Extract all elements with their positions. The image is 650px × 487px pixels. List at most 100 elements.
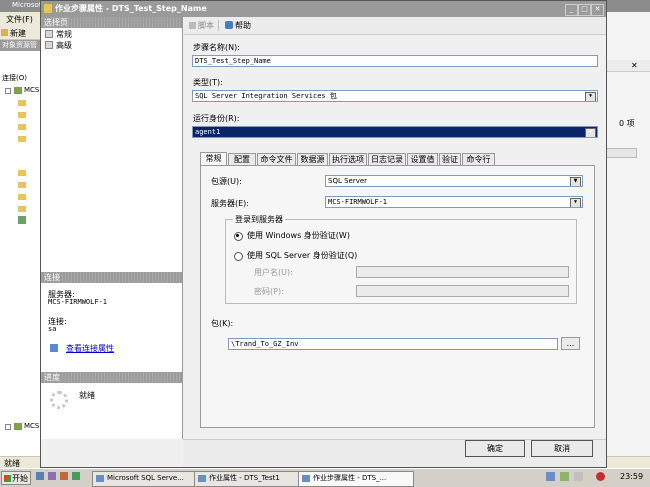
dropdown-arrow-icon[interactable]: ▼ — [570, 198, 581, 207]
progress-spinner-icon — [50, 391, 68, 409]
step-name-input[interactable]: DTS_Test_Step_Name — [192, 55, 598, 67]
minimize-icon[interactable]: _ — [565, 4, 578, 16]
object-explorer-header: 对象资源管 — [0, 40, 41, 51]
step-name-label: 步骤名称(N): — [193, 43, 240, 52]
tab-general[interactable]: 常规 — [200, 152, 227, 166]
quicklaunch-icon[interactable] — [36, 472, 44, 480]
dropdown-arrow-icon[interactable]: ▼ — [585, 92, 596, 101]
app-icon — [96, 475, 104, 482]
server-icon — [14, 423, 22, 430]
windows-auth-radio[interactable] — [234, 232, 243, 241]
server-icon — [14, 87, 22, 94]
folder-icon — [18, 112, 26, 118]
dialog-toolbar: 脚本 帮助 — [184, 17, 606, 35]
tray-sql-icon[interactable] — [560, 472, 569, 481]
ssms-toolbar: 新建 — [0, 26, 42, 40]
server-field-value: MCS-FIRMWOLF-1 — [328, 198, 388, 206]
type-select[interactable]: SQL Server Integration Services 包 ▼ — [192, 90, 598, 102]
folder-icon — [18, 182, 26, 188]
page-icon — [45, 41, 53, 49]
new-query-icon[interactable] — [1, 29, 8, 36]
user-name-label: 用户名(U): — [254, 268, 293, 277]
task-label: 作业属性 - DTS_Test1 — [209, 474, 280, 482]
dropdown-arrow-icon[interactable]: ▼ — [570, 177, 581, 186]
dropdown-arrow-icon[interactable]: ▼ — [585, 128, 596, 137]
script-button[interactable]: 脚本 — [198, 20, 214, 31]
dialog-title-bar: 作业步骤属性 - DTS_Test_Step_Name _ □ ✕ — [41, 1, 606, 17]
start-label: 开始 — [12, 474, 28, 483]
login-group-title: 登录到服务器 — [233, 214, 285, 225]
script-icon — [189, 22, 196, 29]
windows-auth-label: 使用 Windows 身份验证(W) — [247, 231, 350, 240]
folder-icon — [18, 100, 26, 106]
server-field-label: 服务器(E): — [211, 199, 249, 208]
clock: 23:59 — [620, 472, 644, 481]
server-select[interactable]: MCS-FIRMWOLF-1 ▼ — [325, 196, 583, 208]
task-label: Microsoft SQL Serve... — [107, 474, 184, 482]
tree-server-node[interactable]: MCS — [24, 86, 39, 94]
sql-auth-radio[interactable] — [234, 252, 243, 261]
type-value: SQL Server Integration Services 包 — [195, 92, 337, 100]
agent-icon — [18, 216, 26, 224]
item-count: 0 项 — [619, 119, 635, 128]
tray-volume-icon[interactable] — [574, 472, 583, 481]
password-label: 密码(P): — [254, 287, 284, 296]
toolbar-separator — [218, 20, 219, 31]
connect-button[interactable]: 连接(O) — [2, 73, 27, 83]
left-panel: 选择页 常规 高级 连接 服务器: MCS-FIRMWOLF-1 连接: sa … — [41, 17, 183, 439]
task-label: 作业步骤属性 - DTS_... — [313, 474, 387, 482]
password-input[interactable] — [356, 285, 569, 297]
quicklaunch-icon[interactable] — [60, 472, 68, 480]
folder-icon — [18, 206, 26, 212]
new-query-button[interactable]: 新建 — [10, 28, 26, 39]
sql-auth-label: 使用 SQL Server 身份验证(Q) — [247, 251, 358, 260]
select-page-header: 选择页 — [41, 17, 182, 28]
windows-logo-icon — [4, 475, 11, 482]
page-general[interactable]: 常规 — [56, 29, 72, 40]
tree-server-node[interactable]: MCS — [24, 422, 39, 430]
app-icon — [198, 475, 206, 482]
cancel-button[interactable]: 取消 — [531, 440, 593, 457]
ssms-menu-bar: 文件(F) — [0, 12, 42, 26]
menu-file[interactable]: 文件(F) — [6, 14, 33, 25]
view-connection-properties-link[interactable]: 查看连接属性 — [66, 343, 114, 354]
job-step-properties-dialog: 作业步骤属性 - DTS_Test_Step_Name _ □ ✕ 选择页 常规… — [40, 0, 607, 468]
type-label: 类型(T): — [193, 78, 223, 87]
page-advanced[interactable]: 高级 — [56, 40, 72, 51]
help-button[interactable]: 帮助 — [235, 20, 251, 31]
package-source-value: SQL Server — [328, 177, 368, 185]
ok-button[interactable]: 确定 — [465, 440, 525, 457]
page-icon — [45, 30, 53, 38]
quicklaunch-icon[interactable] — [72, 472, 80, 480]
package-path-input[interactable]: \Trand_To_GZ_Inv — [228, 338, 558, 350]
task-job-properties[interactable]: 作业属性 - DTS_Test1 — [194, 471, 310, 487]
connection-header: 连接 — [41, 272, 182, 283]
taskbar: 开始 Microsoft SQL Serve... 作业属性 - DTS_Tes… — [0, 468, 650, 487]
run-as-value: agent1 — [195, 128, 221, 136]
pane-close-icon[interactable]: ✕ — [631, 61, 638, 70]
tray-network-icon[interactable] — [546, 472, 555, 481]
folder-icon — [18, 124, 26, 130]
connection-value: sa — [48, 325, 57, 333]
progress-header: 进度 — [41, 372, 182, 383]
task-ssms[interactable]: Microsoft SQL Serve... — [92, 471, 206, 487]
close-icon[interactable]: ✕ — [591, 4, 604, 16]
folder-icon — [18, 136, 26, 142]
dialog-icon — [44, 4, 52, 13]
start-button[interactable]: 开始 — [1, 471, 31, 485]
package-label: 包(K): — [211, 319, 234, 328]
run-as-label: 运行身份(R): — [193, 114, 240, 123]
task-step-properties[interactable]: 作业步骤属性 - DTS_... — [298, 471, 414, 487]
tray-alert-icon[interactable] — [596, 472, 605, 481]
progress-status: 就绪 — [79, 391, 95, 400]
browse-package-button[interactable]: ... — [561, 337, 580, 350]
quicklaunch-icon[interactable] — [48, 472, 56, 480]
run-as-select[interactable]: agent1 ▼ — [192, 126, 598, 138]
tree-expander[interactable] — [5, 424, 11, 430]
user-name-input[interactable] — [356, 266, 569, 278]
maximize-icon[interactable]: □ — [578, 4, 591, 16]
dialog-title: 作业步骤属性 - DTS_Test_Step_Name — [55, 4, 207, 13]
server-value: MCS-FIRMWOLF-1 — [48, 298, 108, 306]
tree-expander[interactable] — [5, 88, 11, 94]
package-source-select[interactable]: SQL Server ▼ — [325, 175, 583, 187]
